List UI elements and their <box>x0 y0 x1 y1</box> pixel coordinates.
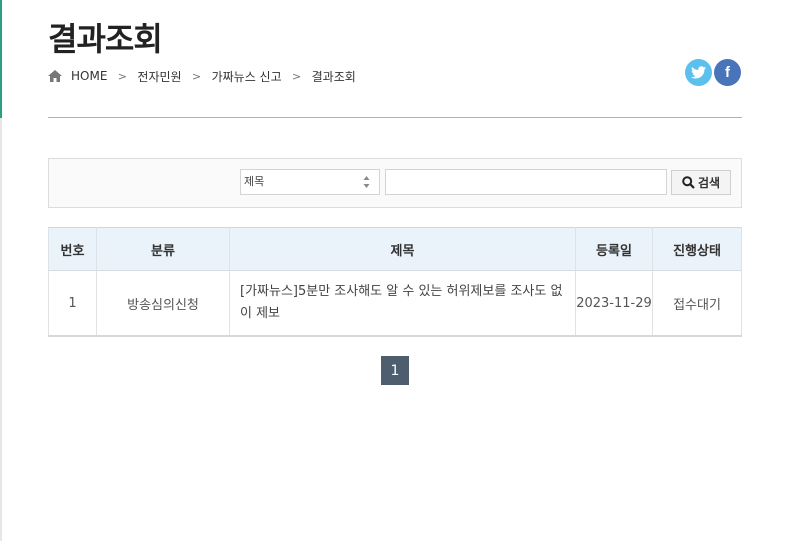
header-status: 진행상태 <box>652 227 742 271</box>
twitter-share-button[interactable] <box>685 59 712 86</box>
breadcrumb: HOME > 전자민원 > 가짜뉴스 신고 > 결과조회 <box>48 66 356 86</box>
pagination: 1 <box>381 356 409 385</box>
table-row[interactable]: 1 방송심의신청 [가짜뉴스]5분만 조사해도 알 수 있는 허위제보를 조사도… <box>48 270 742 337</box>
row-category: 방송심의신청 <box>96 270 230 337</box>
search-icon <box>682 176 695 189</box>
breadcrumb-civil-service[interactable]: 전자민원 <box>137 68 181 85</box>
search-field-select[interactable]: 제목 <box>240 169 380 195</box>
select-arrows-icon <box>363 176 370 188</box>
home-icon[interactable] <box>48 70 62 82</box>
search-field-select-value: 제목 <box>244 175 265 188</box>
row-status: 접수대기 <box>652 270 742 337</box>
search-input[interactable] <box>385 169 667 195</box>
row-date: 2023-11-29 <box>575 270 653 337</box>
row-no: 1 <box>48 270 97 337</box>
left-accent-bar <box>0 0 2 118</box>
search-box: 제목 검색 <box>48 158 742 208</box>
row-title-link[interactable]: [가짜뉴스]5분만 조사해도 알 수 있는 허위제보를 조사도 없이 제보 <box>229 270 576 337</box>
page-title: 결과조회 <box>48 20 163 58</box>
results-table: 번호 분류 제목 등록일 진행상태 1 방송심의신청 [가짜뉴스]5분만 조사해… <box>48 227 742 337</box>
social-share: f <box>685 59 741 86</box>
facebook-icon: f <box>725 64 730 81</box>
page-number-current[interactable]: 1 <box>381 356 409 385</box>
facebook-share-button[interactable]: f <box>714 59 741 86</box>
header-title: 제목 <box>229 227 576 271</box>
search-button[interactable]: 검색 <box>671 170 731 195</box>
breadcrumb-separator: > <box>117 69 128 83</box>
twitter-icon <box>691 66 706 79</box>
breadcrumb-fake-news-report[interactable]: 가짜뉴스 신고 <box>212 68 282 85</box>
header-date: 등록일 <box>575 227 653 271</box>
breadcrumb-home[interactable]: HOME <box>71 69 107 83</box>
title-divider <box>48 117 742 118</box>
breadcrumb-separator: > <box>191 69 202 83</box>
header-no: 번호 <box>48 227 97 271</box>
breadcrumb-separator: > <box>292 69 302 83</box>
search-button-label: 검색 <box>697 176 721 190</box>
table-header-row: 번호 분류 제목 등록일 진행상태 <box>48 227 742 271</box>
header-category: 분류 <box>96 227 230 271</box>
breadcrumb-current: 결과조회 <box>311 69 356 84</box>
